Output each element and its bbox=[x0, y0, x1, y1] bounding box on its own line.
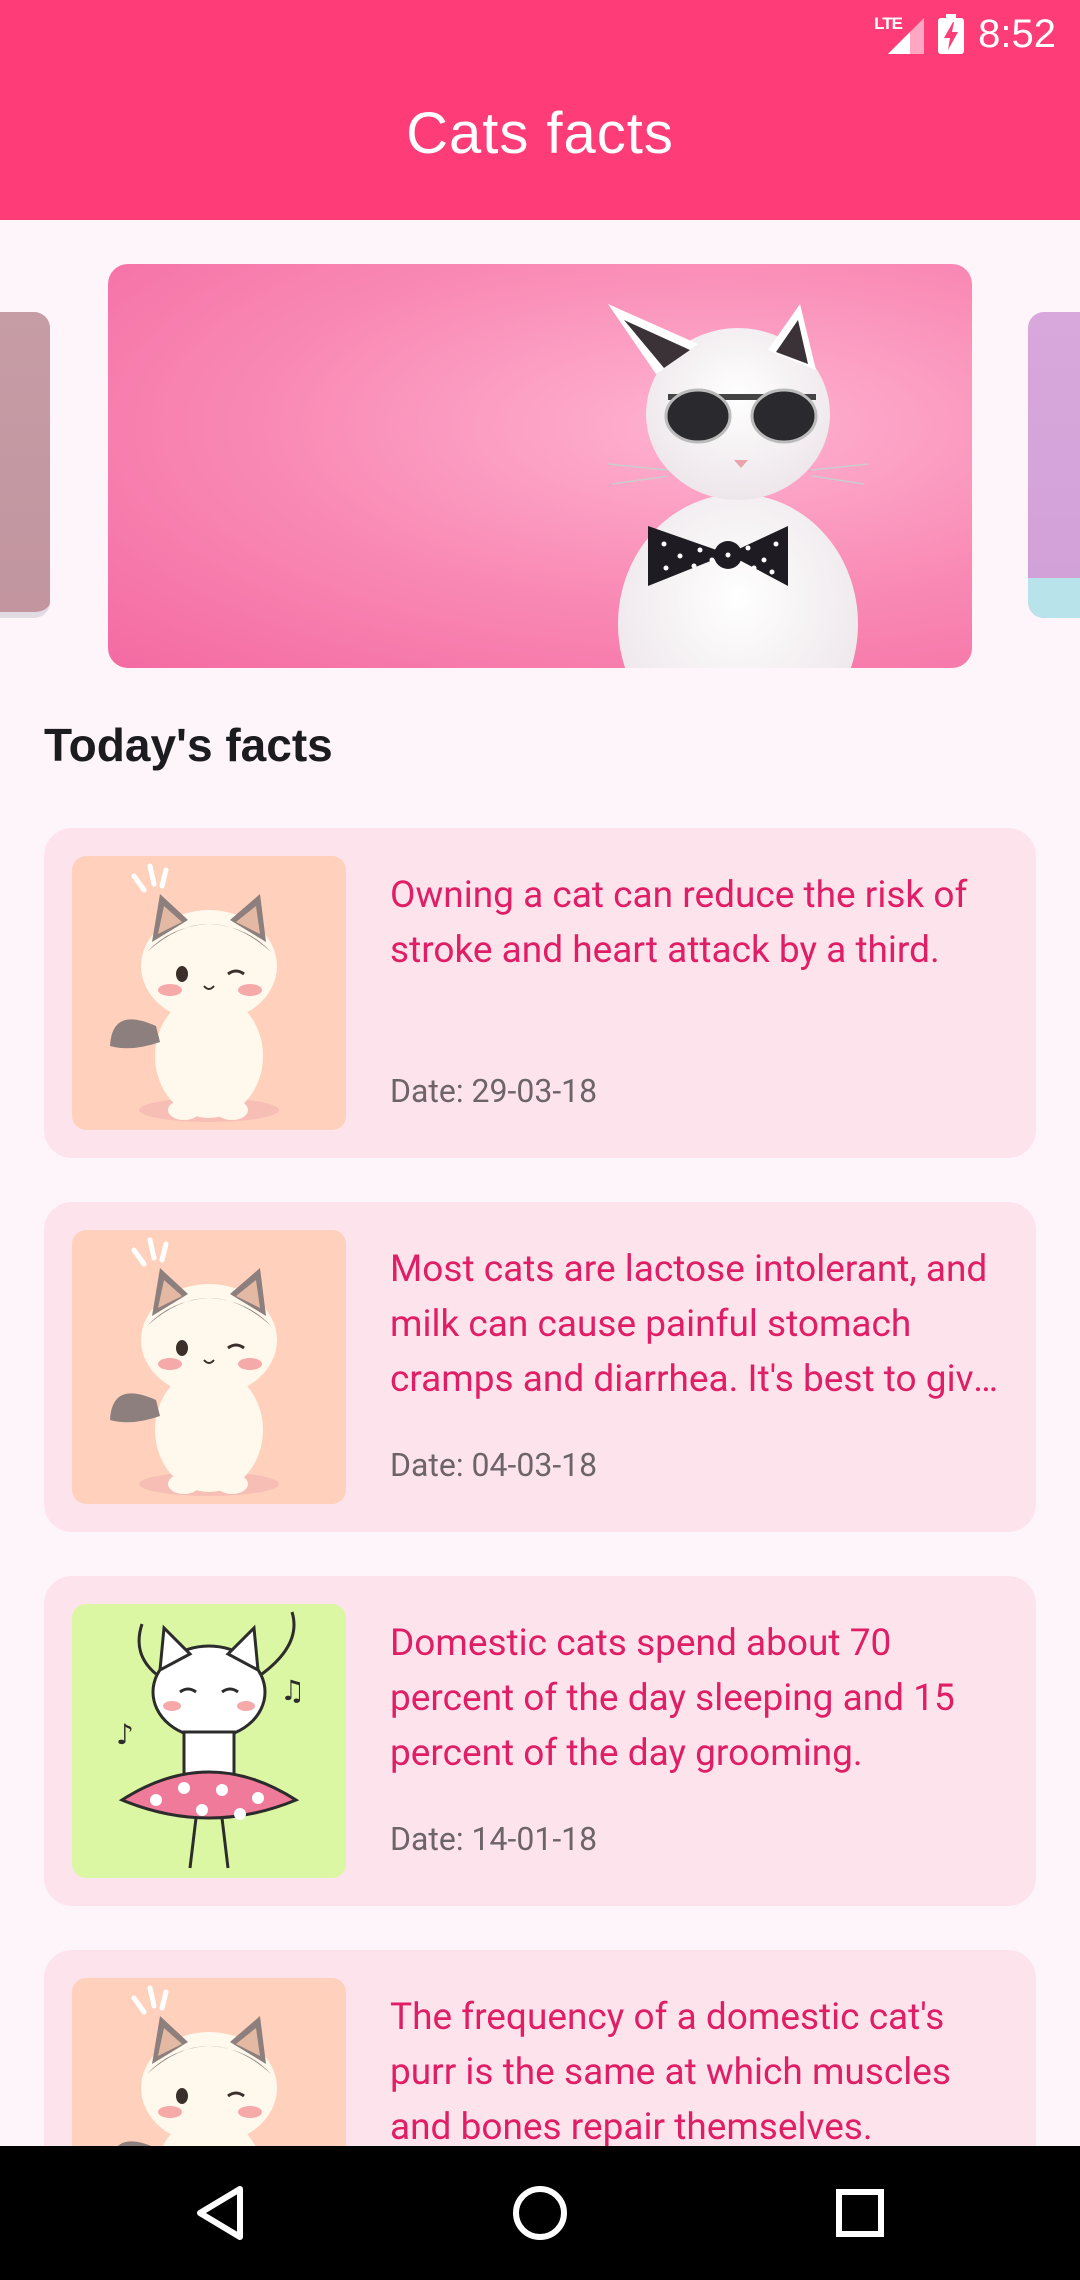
status-time: 8:52 bbox=[978, 11, 1056, 56]
carousel-item-previous[interactable] bbox=[0, 312, 50, 618]
carousel-item-current[interactable] bbox=[108, 264, 972, 668]
lte-signal-icon: LTE bbox=[874, 12, 925, 56]
fact-text: The frequency of a domestic cat's purr i… bbox=[390, 1996, 951, 2146]
fact-card[interactable]: Owning a cat can reduce the risk of stro… bbox=[44, 828, 1036, 1158]
cat-dancing-tutu-image: ♪ ♫ bbox=[72, 1604, 346, 1878]
status-bar: LTE 8:52 bbox=[874, 6, 1056, 62]
recents-square-icon bbox=[836, 2189, 884, 2237]
fact-card[interactable]: ♪ ♫ Domestic cats spend about 70 percent… bbox=[44, 1576, 1036, 1906]
facts-list[interactable]: Owning a cat can reduce the risk of stro… bbox=[0, 828, 1080, 2146]
carousel-item-next[interactable] bbox=[1028, 312, 1080, 618]
fact-card[interactable]: The frequency of a domestic cat's purr i… bbox=[44, 1950, 1036, 2146]
section-title: Today's facts bbox=[44, 719, 333, 771]
fact-date: Date: 04-03-18 bbox=[390, 1446, 598, 1484]
fact-text: Most cats are lactose intolerant, and mi… bbox=[390, 1248, 993, 1401]
fact-date: Date: 29-03-18 bbox=[390, 1072, 598, 1110]
system-navigation-bar bbox=[0, 2146, 1080, 2280]
svg-text:♪: ♪ bbox=[116, 1718, 134, 1751]
fact-card[interactable]: Most cats are lactose intolerant, and mi… bbox=[44, 1202, 1036, 1532]
image-carousel[interactable] bbox=[0, 264, 1080, 668]
top-app-bar: LTE 8:52 Cats facts bbox=[0, 0, 1080, 220]
home-button[interactable] bbox=[460, 2146, 620, 2280]
battery-charging-icon bbox=[938, 14, 965, 54]
recents-button[interactable] bbox=[780, 2146, 940, 2280]
fact-text: Domestic cats spend about 70 percent of … bbox=[390, 1622, 955, 1775]
back-button[interactable] bbox=[140, 2146, 300, 2280]
kitten-waving-image bbox=[72, 1978, 346, 2146]
fact-date: Date: 14-01-18 bbox=[390, 1820, 598, 1858]
back-triangle-icon bbox=[197, 2186, 243, 2240]
cat-sunglasses-image bbox=[607, 304, 869, 668]
kitten-waving-image bbox=[72, 856, 346, 1130]
svg-text:♫: ♫ bbox=[280, 1674, 305, 1707]
fact-text: Owning a cat can reduce the risk of stro… bbox=[390, 874, 968, 972]
kitten-waving-image bbox=[72, 1230, 346, 1504]
home-circle-icon bbox=[513, 2186, 567, 2240]
page-title: Cats facts bbox=[406, 101, 674, 166]
